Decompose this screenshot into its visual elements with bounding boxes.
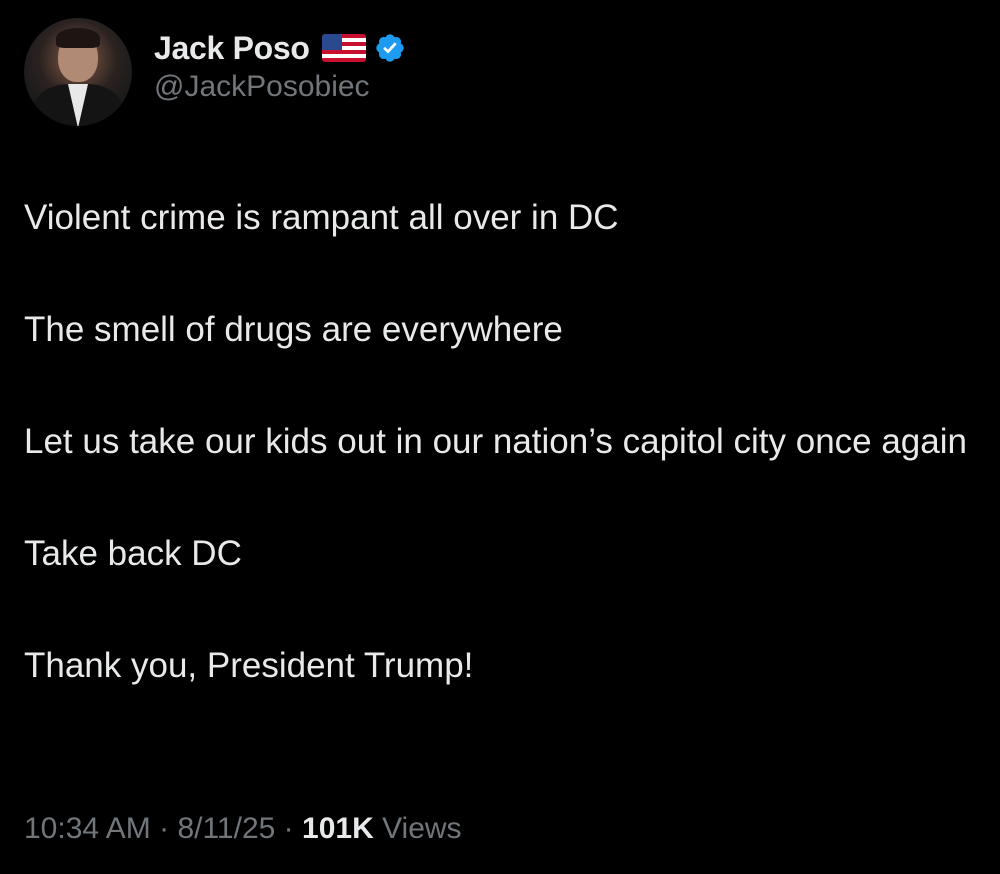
- avatar[interactable]: [24, 18, 132, 126]
- us-flag-icon: [321, 34, 366, 62]
- verified-badge-icon: [375, 34, 404, 62]
- meta-separator: ·: [159, 812, 170, 845]
- views-count[interactable]: 101K: [302, 812, 374, 845]
- tweet-paragraph: Thank you, President Trump!: [24, 646, 474, 685]
- tweet-paragraph: Let us take our kids out in our nation’s…: [24, 422, 967, 461]
- views-label: Views: [382, 812, 462, 845]
- tweet-meta: 10:34 AM · 8/11/25 · 101K Views: [24, 812, 462, 846]
- tweet-paragraph: Take back DC: [24, 534, 242, 573]
- author-identity: Jack Poso @JackPosobiec: [154, 28, 406, 104]
- tweet-text: Violent crime is rampant all over in DC …: [24, 190, 974, 694]
- tweet-paragraph: Violent crime is rampant all over in DC: [24, 198, 619, 237]
- tweet-time[interactable]: 10:34 AM: [24, 812, 151, 845]
- tweet-date[interactable]: 8/11/25: [177, 812, 275, 845]
- tweet-paragraph: The smell of drugs are everywhere: [24, 310, 563, 349]
- meta-separator: ·: [283, 812, 294, 845]
- tweet-header: Jack Poso @JackPosobiec: [24, 18, 406, 126]
- tweet: Jack Poso @JackPosobiec Violent crime is…: [0, 0, 1000, 874]
- author-display-name[interactable]: Jack Poso: [154, 30, 310, 67]
- name-row: Jack Poso: [154, 28, 406, 68]
- author-handle[interactable]: @JackPosobiec: [154, 70, 406, 104]
